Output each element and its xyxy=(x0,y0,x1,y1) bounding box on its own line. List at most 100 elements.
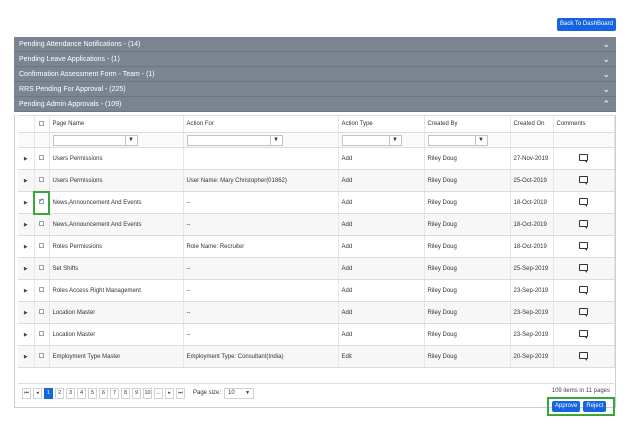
filter-icon[interactable]: ▼ xyxy=(474,135,487,145)
filter-icon[interactable]: ▼ xyxy=(269,135,282,145)
page-button[interactable]: 2 xyxy=(55,387,64,399)
page-name-filter[interactable]: ▼ xyxy=(52,134,138,146)
cell-comments xyxy=(553,345,615,368)
row-checkbox[interactable] xyxy=(39,177,44,183)
page-size-label: Page size: xyxy=(193,390,222,396)
filter-input[interactable] xyxy=(343,136,389,145)
column-header-created-by[interactable]: Created By xyxy=(424,115,511,133)
page-button[interactable]: 4 xyxy=(77,387,86,399)
accordion-confirmation-assessment[interactable]: Confirmation Assessment Form - Team - (1… xyxy=(14,67,616,82)
column-header-page-name[interactable]: Page Name xyxy=(49,115,184,133)
first-page-button[interactable]: ⏮ xyxy=(22,387,31,399)
page-button[interactable]: 8 xyxy=(121,387,130,399)
page-button[interactable]: 3 xyxy=(66,387,75,399)
cell-created-on: 25-Sep-2019 xyxy=(510,257,554,280)
cell-page-name: Location Master xyxy=(49,301,184,324)
action-type-filter[interactable]: ▼ xyxy=(341,134,402,146)
accordion-admin-approvals[interactable]: Pending Admin Approvals - (109) ⌃ xyxy=(14,97,616,112)
page-button[interactable]: 5 xyxy=(88,387,97,399)
expand-row-icon[interactable]: ▶ xyxy=(18,169,35,192)
filter-input[interactable] xyxy=(429,136,475,145)
table-row[interactable]: ▶ Employment Type Master Employment Type: … xyxy=(18,345,615,368)
chevron-down-icon[interactable]: ⌄ xyxy=(602,67,610,82)
cell-comments xyxy=(553,147,615,170)
comment-icon[interactable] xyxy=(579,176,588,185)
row-checkbox[interactable] xyxy=(39,243,44,249)
row-checkbox[interactable] xyxy=(39,265,44,271)
accordion-attendance-notifications[interactable]: Pending Attendance Notifications - (14) … xyxy=(14,37,616,52)
expand-row-icon[interactable]: ▶ xyxy=(18,147,35,170)
created-by-filter[interactable]: ▼ xyxy=(427,134,488,146)
action-for-filter[interactable]: ▼ xyxy=(186,134,283,146)
next-page-button[interactable]: ▸ xyxy=(165,387,174,399)
expand-row-icon[interactable]: ▶ xyxy=(18,191,35,214)
column-header-created-on[interactable]: Created On xyxy=(510,115,554,133)
row-select-cell xyxy=(34,301,50,324)
column-header-action-for[interactable]: Action For xyxy=(183,115,339,133)
row-checkbox[interactable] xyxy=(39,331,44,337)
comment-icon[interactable] xyxy=(579,352,588,361)
comment-icon[interactable] xyxy=(579,286,588,295)
comment-icon[interactable] xyxy=(579,264,588,273)
back-to-dashboard-button[interactable]: Back To DashBoard xyxy=(557,18,616,31)
row-checkbox[interactable] xyxy=(39,287,44,293)
row-checkbox[interactable] xyxy=(39,309,44,315)
accordion-title: Confirmation Assessment Form - Team - (1… xyxy=(19,71,155,78)
table-row[interactable]: ▶ Roles Access Right Management -- Add Riley… xyxy=(18,279,615,302)
comment-icon[interactable] xyxy=(579,242,588,251)
table-row[interactable]: ▶ Users Permissions User Name: Mary Christ… xyxy=(18,169,615,192)
page-button[interactable]: 6 xyxy=(99,387,108,399)
accordion-leave-applications[interactable]: Pending Leave Applications - (1) ⌄ xyxy=(14,52,616,67)
expand-row-icon[interactable]: ▶ xyxy=(18,279,35,302)
last-page-button[interactable]: ⏭ xyxy=(176,387,185,399)
filter-input[interactable] xyxy=(54,136,125,145)
comment-icon[interactable] xyxy=(579,154,588,163)
cell-comments xyxy=(553,257,615,280)
filter-input[interactable] xyxy=(188,136,270,145)
row-checkbox[interactable] xyxy=(39,155,44,161)
row-checkbox[interactable] xyxy=(39,197,44,205)
column-header-action-type[interactable]: Action Type xyxy=(338,115,425,133)
chevron-down-icon[interactable]: ⌄ xyxy=(602,37,610,52)
filter-icon[interactable]: ▼ xyxy=(124,135,137,145)
table-row[interactable]: ▶ Location Master -- Add Riley Doug 23-Sep-20… xyxy=(18,323,615,346)
expand-row-icon[interactable]: ▶ xyxy=(18,323,35,346)
reject-button[interactable]: Reject xyxy=(583,401,607,412)
row-checkbox[interactable] xyxy=(39,221,44,227)
page-size-select[interactable]: 10 ▼ xyxy=(224,387,255,399)
table-row[interactable]: ▶ Users Permissions Add Riley Doug 27-Nov-20… xyxy=(18,147,615,170)
cell-action-for: -- xyxy=(183,213,339,236)
row-checkbox[interactable] xyxy=(39,353,44,359)
expand-row-icon[interactable]: ▶ xyxy=(18,345,35,368)
chevron-down-icon[interactable]: ⌄ xyxy=(602,82,610,97)
expand-row-icon[interactable]: ▶ xyxy=(18,257,35,280)
comment-icon[interactable] xyxy=(579,308,588,317)
cell-action-type: Add xyxy=(338,147,425,170)
prev-page-button[interactable]: ◂ xyxy=(33,387,42,399)
chevron-up-icon[interactable]: ⌃ xyxy=(602,97,610,112)
expand-row-icon[interactable]: ▶ xyxy=(18,213,35,236)
expand-row-icon[interactable]: ▶ xyxy=(18,301,35,324)
filter-icon[interactable]: ▼ xyxy=(388,135,401,145)
page-button[interactable]: 7 xyxy=(110,387,119,399)
page-button[interactable]: 1 xyxy=(44,387,53,399)
comment-icon[interactable] xyxy=(579,198,588,207)
page-button[interactable]: ... xyxy=(154,387,163,399)
table-row[interactable]: ▶ Location Master -- Add Riley Doug 23-Sep-20… xyxy=(18,301,615,324)
chevron-down-icon[interactable]: ⌄ xyxy=(602,52,610,67)
page-button[interactable]: 10 xyxy=(143,387,152,399)
table-row[interactable]: ▶ News,Announcement And Events--AddRiley … xyxy=(18,190,615,215)
table-row[interactable]: ▶ Set Shifts -- Add Riley Doug 25-Sep-2019 xyxy=(18,257,615,280)
approve-button[interactable]: Approve xyxy=(552,401,581,412)
row-select-cell xyxy=(34,257,50,280)
cell-comments xyxy=(553,279,615,302)
table-row[interactable]: ▶ News,Announcement And Events--AddRiley … xyxy=(18,213,615,236)
comment-icon[interactable] xyxy=(579,330,588,339)
table-row[interactable]: ▶ Roles Permissions Role Name: Recruiter Ad… xyxy=(18,235,615,258)
select-all-checkbox[interactable] xyxy=(39,120,44,126)
page-button[interactable]: 9 xyxy=(132,387,141,399)
accordion-rrs-pending[interactable]: RRS Pending For Approval - (225) ⌄ xyxy=(14,82,616,97)
expand-row-icon[interactable]: ▶ xyxy=(18,235,35,258)
cell-created-on: 20-Sep-2019 xyxy=(510,345,554,368)
comment-icon[interactable] xyxy=(579,220,588,229)
